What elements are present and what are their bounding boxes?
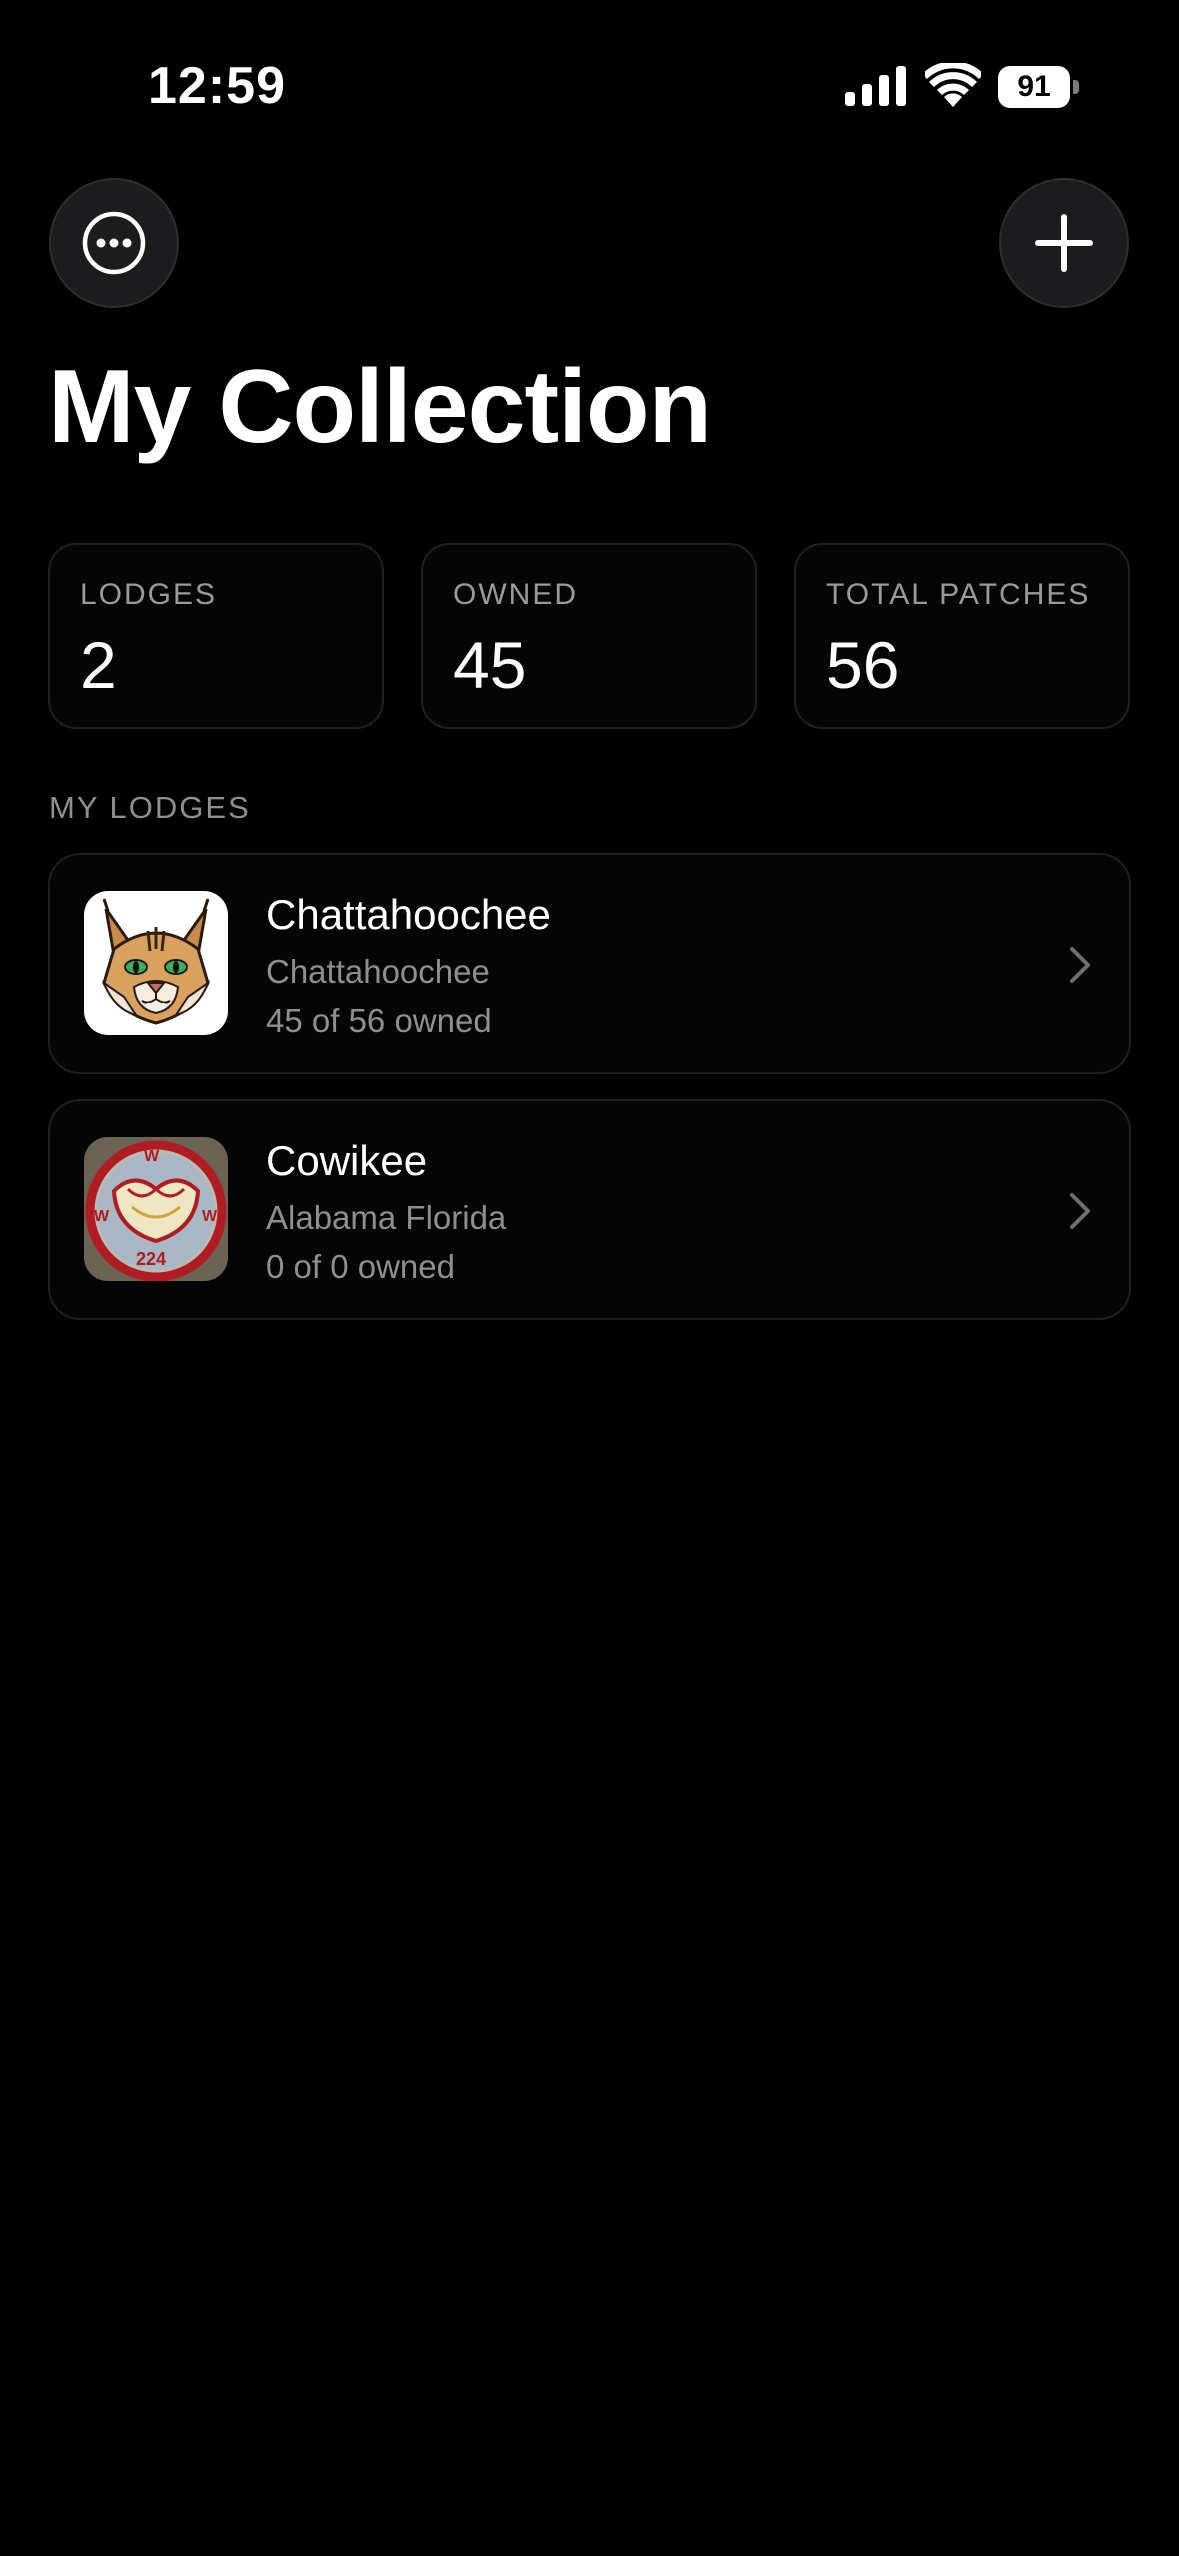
plus-icon [1035,214,1093,272]
patch-photo-icon: W W W 224 [84,1137,228,1281]
battery-tip [1073,80,1079,94]
stat-label: TOTAL PATCHES [826,578,1091,611]
lodge-row-chattahoochee[interactable]: Chattahoochee Chattahoochee 45 of 56 own… [48,853,1131,1074]
lodge-name: Cowikee [266,1137,428,1184]
add-lodge-button[interactable] [999,178,1129,308]
ellipsis-circle-icon [82,211,146,275]
stat-label: LODGES [80,578,218,611]
chevron-right-icon [1070,947,1090,983]
svg-text:224: 224 [136,1249,166,1269]
bobcat-logo-icon [101,898,211,1025]
svg-text:W: W [144,1148,160,1165]
lodge-name: Chattahoochee [266,891,551,938]
svg-text:W: W [202,1208,218,1225]
stat-value: 2 [80,628,117,702]
cellular-signal-icon [845,66,906,106]
battery-level: 91 [998,66,1070,108]
lodge-row-cowikee[interactable]: W W W 224 Cowikee Alabama Florida 0 of 0… [48,1099,1131,1320]
lodge-thumbnail: W W W 224 [84,1137,228,1281]
lodge-subtitle: Alabama Florida [266,1199,507,1236]
stat-card-lodges: LODGES 2 [48,543,384,729]
battery-indicator: 91 [998,66,1080,108]
lodge-thumbnail [84,891,228,1035]
stat-value: 45 [453,628,527,702]
svg-text:W: W [94,1208,110,1225]
lodge-owned-count: 0 of 0 owned [266,1248,455,1285]
stat-card-total-patches: TOTAL PATCHES 56 [794,543,1130,729]
stat-card-owned: OWNED 45 [421,543,757,729]
status-time: 12:59 [148,57,286,115]
stat-label: OWNED [453,578,578,611]
stat-value: 56 [826,628,900,702]
more-options-button[interactable] [49,178,179,308]
chevron-right-icon [1070,1193,1090,1229]
wifi-icon [925,63,981,107]
lodge-owned-count: 45 of 56 owned [266,1002,492,1039]
page-title: My Collection [48,349,712,465]
lodge-subtitle: Chattahoochee [266,953,490,990]
status-bar: 12:59 91 [0,0,1179,160]
section-header-my-lodges: MY LODGES [49,790,251,825]
